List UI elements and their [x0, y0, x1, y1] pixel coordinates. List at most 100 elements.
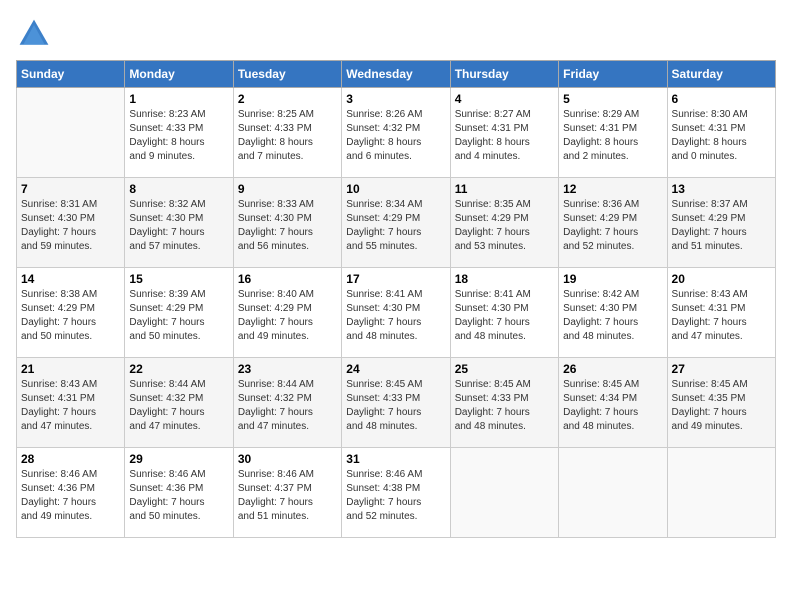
header-day: Wednesday [342, 61, 450, 88]
day-cell: 7 Sunrise: 8:31 AM Sunset: 4:30 PM Daylig… [17, 178, 125, 268]
day-cell: 10Sunrise: 8:34 AM Sunset: 4:29 PM Dayli… [342, 178, 450, 268]
day-info: Sunrise: 8:33 AM Sunset: 4:30 PM Dayligh… [238, 198, 337, 254]
day-info: Sunrise: 8:45 AM Sunset: 4:34 PM Dayligh… [563, 378, 662, 434]
day-number: 16 [238, 272, 337, 286]
day-cell: 25Sunrise: 8:45 AM Sunset: 4:33 PM Dayli… [450, 358, 558, 448]
header-day: Sunday [17, 61, 125, 88]
day-number: 20 [672, 272, 771, 286]
day-cell: 12 Sunrise: 8:36 AM Sunset: 4:29 PM Dayli… [559, 178, 667, 268]
day-number: 4 [455, 92, 554, 106]
day-info: Sunrise: 8:46 AM Sunset: 4:37 PM Dayligh… [238, 468, 337, 524]
day-info: Sunrise: 8:44 AM Sunset: 4:32 PM Dayligh… [129, 378, 228, 434]
header-row: SundayMondayTuesdayWednesdayThursdayFrid… [17, 61, 776, 88]
day-info: Sunrise: 8:25 AM Sunset: 4:33 PM Dayligh… [238, 108, 337, 164]
day-cell: 4 Sunrise: 8:27 AM Sunset: 4:31 PM Daylig… [450, 88, 558, 178]
day-number: 18 [455, 272, 554, 286]
day-cell: 5 Sunrise: 8:29 AM Sunset: 4:31 PM Daylig… [559, 88, 667, 178]
header-day: Monday [125, 61, 233, 88]
calendar-header: SundayMondayTuesdayWednesdayThursdayFrid… [17, 61, 776, 88]
day-info: Sunrise: 8:46 AM Sunset: 4:36 PM Dayligh… [129, 468, 228, 524]
day-cell: 21Sunrise: 8:43 AM Sunset: 4:31 PM Dayli… [17, 358, 125, 448]
day-info: Sunrise: 8:46 AM Sunset: 4:38 PM Dayligh… [346, 468, 445, 524]
day-cell: 24 Sunrise: 8:45 AM Sunset: 4:33 PM Dayli… [342, 358, 450, 448]
day-info: Sunrise: 8:43 AM Sunset: 4:31 PM Dayligh… [21, 378, 120, 434]
page-header [16, 16, 776, 52]
header-day: Saturday [667, 61, 775, 88]
day-number: 12 [563, 182, 662, 196]
day-number: 22 [129, 362, 228, 376]
day-info: Sunrise: 8:32 AM Sunset: 4:30 PM Dayligh… [129, 198, 228, 254]
week-row: 1 Sunrise: 8:23 AM Sunset: 4:33 PM Daylig… [17, 88, 776, 178]
day-cell: 22 Sunrise: 8:44 AM Sunset: 4:32 PM Dayli… [125, 358, 233, 448]
day-number: 13 [672, 182, 771, 196]
day-number: 30 [238, 452, 337, 466]
day-info: Sunrise: 8:39 AM Sunset: 4:29 PM Dayligh… [129, 288, 228, 344]
day-number: 19 [563, 272, 662, 286]
day-number: 5 [563, 92, 662, 106]
logo [16, 16, 56, 52]
day-cell: 23 Sunrise: 8:44 AM Sunset: 4:32 PM Dayli… [233, 358, 341, 448]
header-day: Tuesday [233, 61, 341, 88]
day-cell: 15 Sunrise: 8:39 AM Sunset: 4:29 PM Dayli… [125, 268, 233, 358]
day-number: 1 [129, 92, 228, 106]
day-info: Sunrise: 8:40 AM Sunset: 4:29 PM Dayligh… [238, 288, 337, 344]
day-number: 31 [346, 452, 445, 466]
day-number: 27 [672, 362, 771, 376]
day-info: Sunrise: 8:46 AM Sunset: 4:36 PM Dayligh… [21, 468, 120, 524]
day-info: Sunrise: 8:42 AM Sunset: 4:30 PM Dayligh… [563, 288, 662, 344]
day-cell: 8 Sunrise: 8:32 AM Sunset: 4:30 PM Daylig… [125, 178, 233, 268]
day-number: 15 [129, 272, 228, 286]
logo-icon [16, 16, 52, 52]
day-cell: 19 Sunrise: 8:42 AM Sunset: 4:30 PM Dayli… [559, 268, 667, 358]
day-cell: 2 Sunrise: 8:25 AM Sunset: 4:33 PM Daylig… [233, 88, 341, 178]
day-cell: 27 Sunrise: 8:45 AM Sunset: 4:35 PM Dayli… [667, 358, 775, 448]
day-number: 6 [672, 92, 771, 106]
day-number: 17 [346, 272, 445, 286]
calendar-body: 1 Sunrise: 8:23 AM Sunset: 4:33 PM Daylig… [17, 88, 776, 538]
calendar-table: SundayMondayTuesdayWednesdayThursdayFrid… [16, 60, 776, 538]
day-cell: 26Sunrise: 8:45 AM Sunset: 4:34 PM Dayli… [559, 358, 667, 448]
day-number: 3 [346, 92, 445, 106]
header-day: Thursday [450, 61, 558, 88]
day-info: Sunrise: 8:45 AM Sunset: 4:33 PM Dayligh… [346, 378, 445, 434]
day-cell: 9Sunrise: 8:33 AM Sunset: 4:30 PM Daylig… [233, 178, 341, 268]
day-info: Sunrise: 8:38 AM Sunset: 4:29 PM Dayligh… [21, 288, 120, 344]
day-cell: 13 Sunrise: 8:37 AM Sunset: 4:29 PM Dayli… [667, 178, 775, 268]
day-info: Sunrise: 8:43 AM Sunset: 4:31 PM Dayligh… [672, 288, 771, 344]
day-number: 28 [21, 452, 120, 466]
day-info: Sunrise: 8:45 AM Sunset: 4:35 PM Dayligh… [672, 378, 771, 434]
day-info: Sunrise: 8:44 AM Sunset: 4:32 PM Dayligh… [238, 378, 337, 434]
day-cell: 29 Sunrise: 8:46 AM Sunset: 4:36 PM Dayli… [125, 448, 233, 538]
day-number: 24 [346, 362, 445, 376]
day-cell: 6Sunrise: 8:30 AM Sunset: 4:31 PM Daylig… [667, 88, 775, 178]
day-info: Sunrise: 8:29 AM Sunset: 4:31 PM Dayligh… [563, 108, 662, 164]
day-number: 23 [238, 362, 337, 376]
day-info: Sunrise: 8:37 AM Sunset: 4:29 PM Dayligh… [672, 198, 771, 254]
day-number: 14 [21, 272, 120, 286]
header-day: Friday [559, 61, 667, 88]
day-cell: 3Sunrise: 8:26 AM Sunset: 4:32 PM Daylig… [342, 88, 450, 178]
day-info: Sunrise: 8:23 AM Sunset: 4:33 PM Dayligh… [129, 108, 228, 164]
week-row: 7 Sunrise: 8:31 AM Sunset: 4:30 PM Daylig… [17, 178, 776, 268]
day-cell: 11Sunrise: 8:35 AM Sunset: 4:29 PM Dayli… [450, 178, 558, 268]
day-cell: 1 Sunrise: 8:23 AM Sunset: 4:33 PM Daylig… [125, 88, 233, 178]
day-cell: 20 Sunrise: 8:43 AM Sunset: 4:31 PM Dayli… [667, 268, 775, 358]
day-cell [450, 448, 558, 538]
day-number: 10 [346, 182, 445, 196]
week-row: 14 Sunrise: 8:38 AM Sunset: 4:29 PM Dayli… [17, 268, 776, 358]
day-cell: 30 Sunrise: 8:46 AM Sunset: 4:37 PM Dayli… [233, 448, 341, 538]
day-info: Sunrise: 8:27 AM Sunset: 4:31 PM Dayligh… [455, 108, 554, 164]
day-number: 29 [129, 452, 228, 466]
day-number: 25 [455, 362, 554, 376]
day-cell: 14 Sunrise: 8:38 AM Sunset: 4:29 PM Dayli… [17, 268, 125, 358]
day-info: Sunrise: 8:35 AM Sunset: 4:29 PM Dayligh… [455, 198, 554, 254]
day-cell: 16 Sunrise: 8:40 AM Sunset: 4:29 PM Dayli… [233, 268, 341, 358]
day-cell: 17Sunrise: 8:41 AM Sunset: 4:30 PM Dayli… [342, 268, 450, 358]
day-info: Sunrise: 8:41 AM Sunset: 4:30 PM Dayligh… [455, 288, 554, 344]
day-info: Sunrise: 8:36 AM Sunset: 4:29 PM Dayligh… [563, 198, 662, 254]
day-number: 2 [238, 92, 337, 106]
day-number: 8 [129, 182, 228, 196]
day-info: Sunrise: 8:31 AM Sunset: 4:30 PM Dayligh… [21, 198, 120, 254]
day-cell [559, 448, 667, 538]
day-number: 7 [21, 182, 120, 196]
